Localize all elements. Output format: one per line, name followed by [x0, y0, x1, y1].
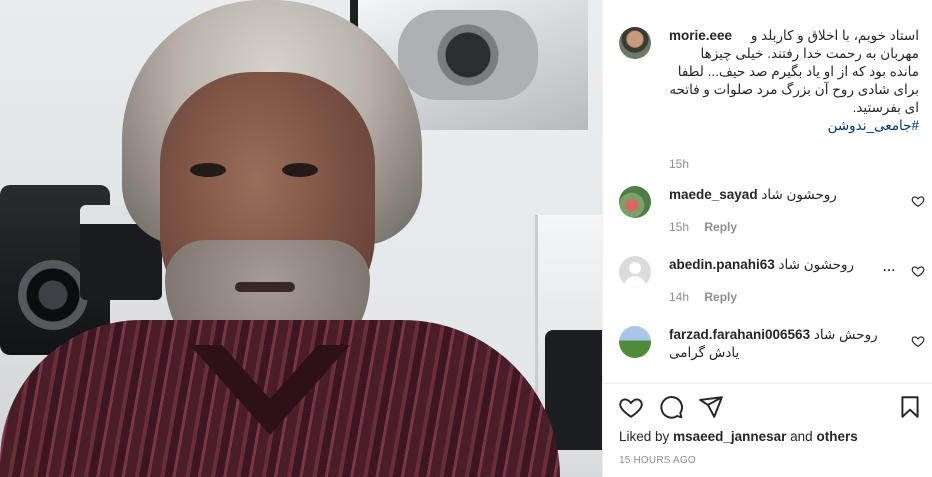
comment-line: farzad.farahani006563 روحش شاد یادش گرام…: [669, 326, 884, 362]
comment-time[interactable]: 14h: [669, 290, 689, 304]
caption-meta: 15h: [669, 155, 919, 173]
comment-more-icon[interactable]: ...: [883, 260, 896, 274]
avatar[interactable]: [619, 27, 651, 59]
caption-text-wrap: morie.eee استاد خوبم، با اخلاق و کاربلد …: [669, 27, 919, 135]
comment-username[interactable]: farzad.farahani006563: [669, 327, 810, 342]
comment-username[interactable]: maede_sayad: [669, 187, 758, 202]
comment-line: abedin.panahi63 روحشون شاد: [669, 256, 919, 274]
liked-by: Liked by msaeed_jannesar and others: [619, 429, 858, 444]
photo-eye-right: [282, 163, 318, 177]
comment-icon[interactable]: [658, 394, 684, 420]
comment-text: روحشون شاد: [778, 257, 855, 272]
post-side-panel: morie.eee استاد خوبم، با اخلاق و کاربلد …: [602, 0, 932, 477]
comment-meta: 14h Reply: [669, 288, 919, 306]
heart-icon[interactable]: [618, 394, 644, 420]
like-comment-heart-icon[interactable]: [911, 334, 925, 348]
caption-hashtag[interactable]: #جامعی_ندوشن: [669, 117, 919, 135]
photo-eye-left: [190, 163, 226, 177]
photo-mouth: [235, 282, 295, 292]
caption-username[interactable]: morie.eee: [669, 27, 732, 45]
comment-meta: 15h Reply: [669, 218, 919, 236]
post-timestamp[interactable]: 15 HOURS AGO: [619, 455, 696, 466]
liked-user[interactable]: msaeed_jannesar: [673, 429, 786, 444]
liked-prefix: Liked by: [619, 429, 670, 444]
share-icon[interactable]: [698, 394, 724, 420]
comment-username[interactable]: abedin.panahi63: [669, 257, 775, 272]
comment-line: maede_sayad روحشون شاد: [669, 186, 919, 204]
like-comment-heart-icon[interactable]: [911, 194, 925, 208]
post-actions: Liked by msaeed_jannesar and others 15 H…: [603, 383, 932, 477]
liked-others[interactable]: others: [816, 429, 857, 444]
bookmark-icon[interactable]: [897, 394, 923, 420]
liked-and: and: [790, 429, 813, 444]
comment-time[interactable]: 15h: [669, 220, 689, 234]
avatar[interactable]: [619, 326, 651, 358]
comment-text: روحشون شاد: [761, 187, 837, 202]
caption-time[interactable]: 15h: [669, 157, 689, 171]
comments-list[interactable]: morie.eee استاد خوبم، با اخلاق و کاربلد …: [603, 0, 932, 383]
reply-button[interactable]: Reply: [704, 290, 737, 304]
reply-button[interactable]: Reply: [704, 220, 737, 234]
avatar[interactable]: [619, 186, 651, 218]
avatar[interactable]: [619, 256, 651, 288]
post-photo[interactable]: [0, 0, 602, 477]
like-comment-heart-icon[interactable]: [911, 264, 925, 278]
